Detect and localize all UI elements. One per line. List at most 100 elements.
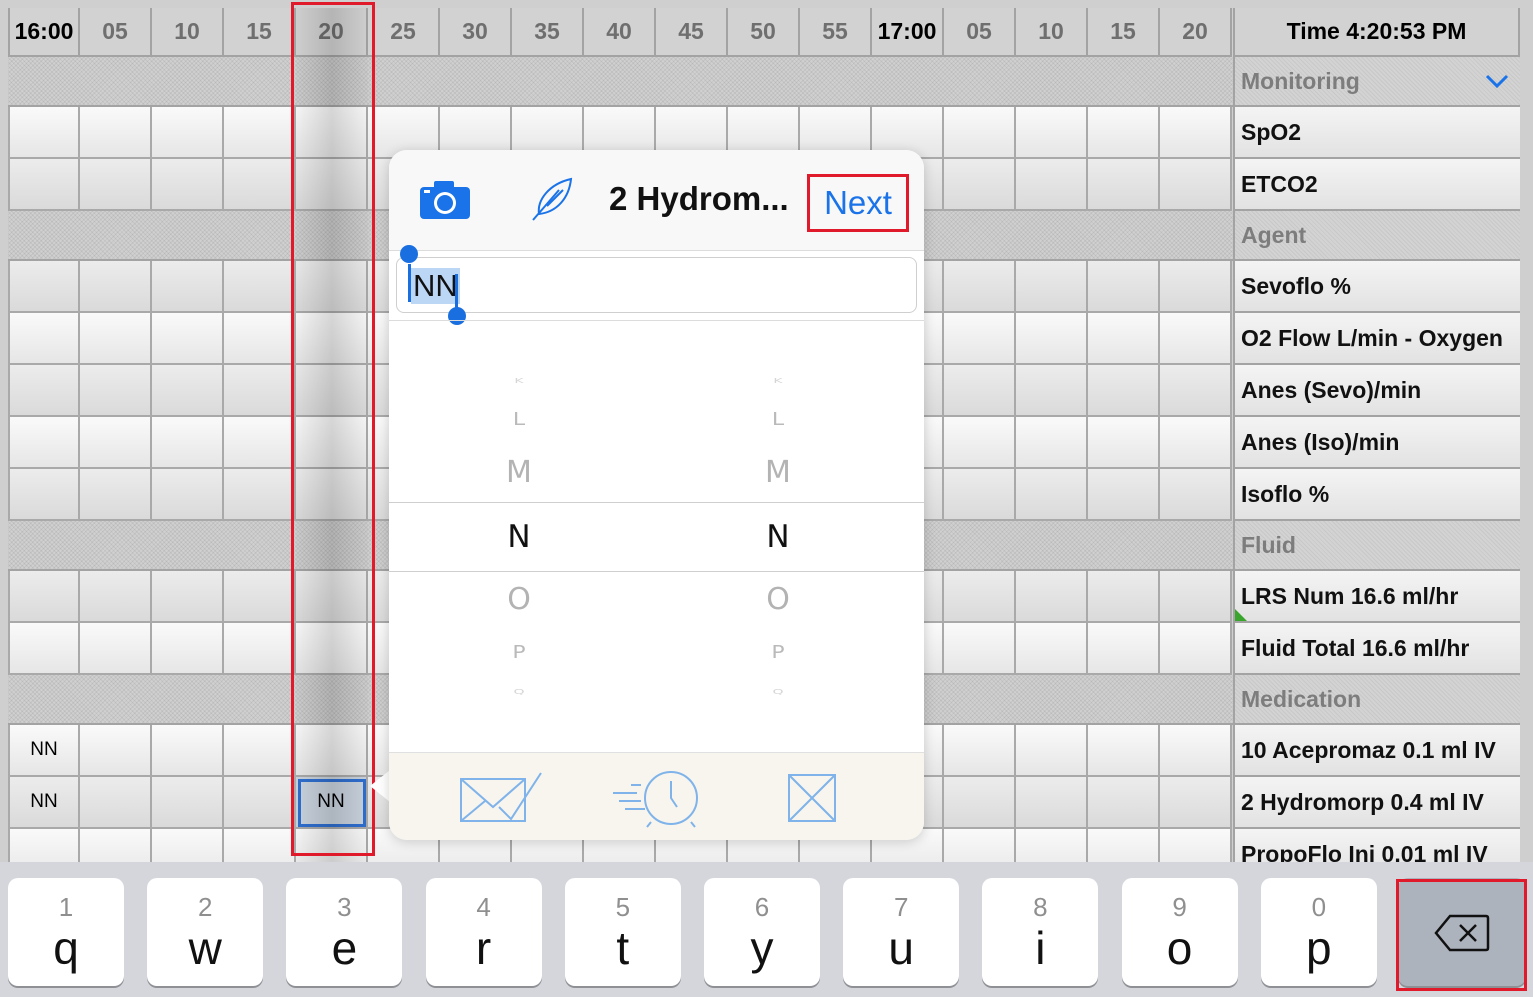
grid-cell[interactable]: [296, 725, 368, 777]
key-e[interactable]: 3e: [286, 878, 403, 986]
grid-cell[interactable]: [1088, 107, 1160, 159]
grid-cell[interactable]: [1160, 829, 1232, 862]
grid-cell[interactable]: [944, 159, 1016, 211]
grid-cell[interactable]: [944, 571, 1016, 623]
grid-cell[interactable]: [1088, 623, 1160, 675]
grid-cell[interactable]: [224, 725, 296, 777]
grid-cell[interactable]: NN: [8, 777, 80, 829]
grid-cell[interactable]: [296, 159, 368, 211]
grid-cell[interactable]: [152, 777, 224, 829]
grid-cell[interactable]: [80, 365, 152, 417]
key-i[interactable]: 8i: [982, 878, 1099, 986]
grid-cell[interactable]: [1160, 365, 1232, 417]
picker-letter[interactable]: Q: [499, 689, 539, 696]
grid-cell[interactable]: [944, 417, 1016, 469]
grid-cell[interactable]: [8, 571, 80, 623]
section-label[interactable]: Monitoring: [1233, 57, 1520, 107]
grid-cell[interactable]: [1016, 571, 1088, 623]
chevron-down-icon[interactable]: [1484, 69, 1510, 96]
grid-cell[interactable]: [1088, 571, 1160, 623]
grid-cell[interactable]: [1160, 313, 1232, 365]
grid-cell[interactable]: [1160, 417, 1232, 469]
key-o[interactable]: 9o: [1121, 878, 1238, 986]
grid-cell[interactable]: [224, 365, 296, 417]
grid-cell[interactable]: NN: [8, 725, 80, 777]
camera-icon[interactable]: [419, 180, 471, 220]
picker-letter[interactable]: K: [499, 378, 539, 385]
key-u[interactable]: 7u: [843, 878, 960, 986]
grid-cell[interactable]: [224, 623, 296, 675]
picker-letter[interactable]: L: [758, 411, 798, 429]
grid-cell[interactable]: [80, 261, 152, 313]
grid-cell[interactable]: [1016, 469, 1088, 521]
grid-cell[interactable]: [296, 417, 368, 469]
selected-grid-cell[interactable]: NN: [296, 777, 368, 829]
grid-cell[interactable]: [80, 159, 152, 211]
grid-cell[interactable]: [1016, 159, 1088, 211]
grid-cell[interactable]: [152, 623, 224, 675]
picker-letter[interactable]: P: [499, 644, 539, 662]
grid-cell[interactable]: [1016, 777, 1088, 829]
grid-cell[interactable]: [8, 313, 80, 365]
grid-cell[interactable]: [944, 365, 1016, 417]
grid-cell[interactable]: [8, 159, 80, 211]
grid-cell[interactable]: [224, 417, 296, 469]
key-y[interactable]: 6y: [704, 878, 820, 986]
picker-letter[interactable]: P: [758, 644, 798, 662]
picker-letter[interactable]: M: [758, 458, 798, 488]
grid-cell[interactable]: [80, 725, 152, 777]
grid-cell[interactable]: [944, 725, 1016, 777]
grid-cell[interactable]: [1016, 107, 1088, 159]
grid-cell[interactable]: [152, 261, 224, 313]
grid-cell[interactable]: [80, 623, 152, 675]
check-all-icon[interactable]: [459, 771, 543, 823]
grid-cell[interactable]: [224, 829, 296, 862]
grid-cell[interactable]: [296, 571, 368, 623]
picker-letter[interactable]: L: [499, 411, 539, 429]
grid-cell[interactable]: [1016, 417, 1088, 469]
grid-cell[interactable]: [1088, 417, 1160, 469]
grid-cell[interactable]: [1016, 829, 1088, 862]
grid-cell[interactable]: [152, 313, 224, 365]
grid-cell[interactable]: [80, 417, 152, 469]
grid-cell[interactable]: [224, 777, 296, 829]
picker-letter[interactable]: M: [499, 458, 539, 488]
grid-cell[interactable]: [1088, 261, 1160, 313]
grid-cell[interactable]: [152, 571, 224, 623]
grid-cell[interactable]: [1160, 159, 1232, 211]
grid-cell[interactable]: [944, 829, 1016, 862]
grid-cell[interactable]: [1016, 365, 1088, 417]
selection-end-handle[interactable]: [448, 307, 466, 325]
picker-letter[interactable]: O: [499, 585, 539, 615]
grid-cell[interactable]: [1088, 829, 1160, 862]
grid-cell[interactable]: [224, 107, 296, 159]
grid-cell[interactable]: [224, 469, 296, 521]
key-w[interactable]: 2w: [147, 878, 264, 986]
picker-letter[interactable]: Q: [758, 689, 798, 696]
grid-cell[interactable]: [1160, 777, 1232, 829]
grid-cell[interactable]: [944, 313, 1016, 365]
grid-cell[interactable]: [944, 623, 1016, 675]
grid-cell[interactable]: [8, 469, 80, 521]
grid-cell[interactable]: [296, 365, 368, 417]
grid-cell[interactable]: [152, 365, 224, 417]
grid-cell[interactable]: [152, 725, 224, 777]
feather-pen-icon[interactable]: [529, 176, 575, 222]
grid-cell[interactable]: [8, 107, 80, 159]
picker-letter[interactable]: K: [758, 378, 798, 385]
timer-icon[interactable]: [611, 767, 703, 829]
grid-cell[interactable]: [152, 417, 224, 469]
grid-cell[interactable]: [1016, 725, 1088, 777]
grid-cell[interactable]: [1088, 159, 1160, 211]
entry-text-field[interactable]: NN: [396, 257, 917, 313]
grid-cell[interactable]: [8, 365, 80, 417]
grid-cell[interactable]: [224, 313, 296, 365]
grid-cell[interactable]: [296, 829, 368, 862]
grid-cell[interactable]: [152, 829, 224, 862]
grid-cell[interactable]: [80, 469, 152, 521]
grid-cell[interactable]: [944, 107, 1016, 159]
picker-selected-letter[interactable]: N: [758, 521, 798, 553]
grid-cell[interactable]: [80, 107, 152, 159]
grid-cell[interactable]: [1160, 107, 1232, 159]
grid-cell[interactable]: [296, 623, 368, 675]
